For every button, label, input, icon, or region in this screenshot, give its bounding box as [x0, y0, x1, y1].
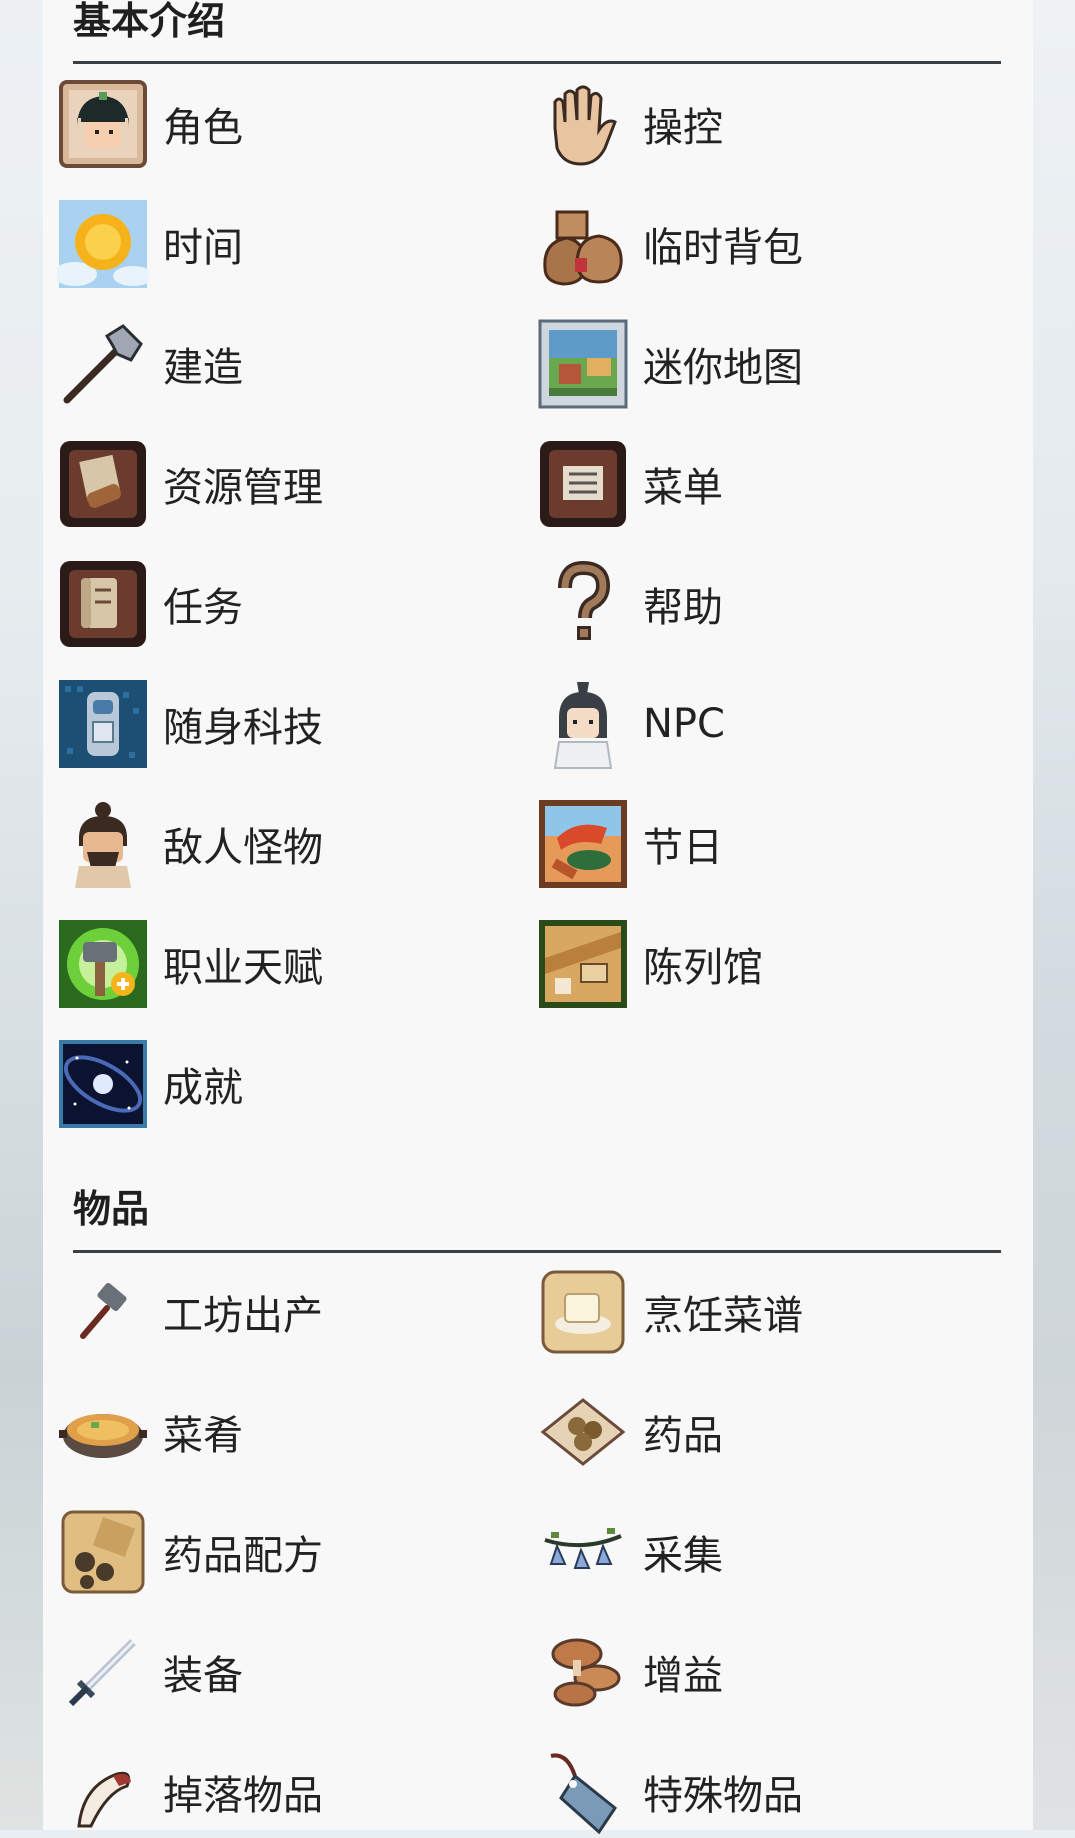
item-time[interactable]: 时间 [57, 198, 517, 290]
item-label: 职业天赋 [163, 945, 323, 991]
resource-management-icon [57, 438, 149, 530]
recipe-tofu-icon [537, 1266, 629, 1358]
hand-icon [537, 78, 629, 170]
background-right [1033, 0, 1075, 1830]
item-controls[interactable]: 操控 [537, 78, 997, 170]
tag-special-icon [537, 1746, 629, 1838]
item-help[interactable]: 帮助 [537, 558, 997, 650]
item-label: 成就 [163, 1065, 243, 1111]
character-portrait-icon [57, 78, 149, 170]
item-npc[interactable]: NPC [537, 678, 997, 770]
item-label: 操控 [643, 105, 723, 151]
item-label: 工坊出产 [163, 1293, 323, 1339]
item-label: 药品配方 [163, 1533, 323, 1579]
item-gallery[interactable]: 陈列馆 [537, 918, 997, 1010]
npc-character-icon [537, 678, 629, 770]
minimap-painting-icon [537, 318, 629, 410]
item-label: 陈列馆 [643, 945, 763, 991]
galaxy-achievement-icon [57, 1038, 149, 1130]
background-left [0, 0, 43, 1830]
item-label: 菜单 [643, 465, 723, 511]
item-cooking-recipes[interactable]: 烹饪菜谱 [537, 1266, 997, 1358]
item-menu[interactable]: 菜单 [537, 438, 997, 530]
sun-sky-icon [57, 198, 149, 290]
item-minimap[interactable]: 迷你地图 [537, 318, 997, 410]
item-drops[interactable]: 掉落物品 [57, 1746, 517, 1838]
bags-icon [537, 198, 629, 290]
item-label: 资源管理 [163, 465, 323, 511]
item-label: 临时背包 [643, 225, 803, 271]
item-label: 迷你地图 [643, 345, 803, 391]
item-talents[interactable]: 职业天赋 [57, 918, 517, 1010]
item-label: 采集 [643, 1533, 723, 1579]
item-portable-tech[interactable]: 随身科技 [57, 678, 517, 770]
festival-painting-icon [537, 798, 629, 890]
dish-pot-icon [57, 1386, 149, 1478]
item-label: 任务 [163, 585, 243, 631]
item-build[interactable]: 建造 [57, 318, 517, 410]
item-resource-management[interactable]: 资源管理 [57, 438, 517, 530]
item-medicine[interactable]: 药品 [537, 1386, 997, 1478]
medicine-recipe-icon [57, 1506, 149, 1598]
item-label: 节日 [643, 825, 723, 871]
item-buffs[interactable]: 增益 [537, 1626, 997, 1718]
workshop-hammer-icon [57, 1266, 149, 1358]
hammer-tool-icon [57, 318, 149, 410]
sword-icon [57, 1626, 149, 1718]
item-label: 随身科技 [163, 705, 323, 751]
item-label: 特殊物品 [643, 1773, 803, 1819]
item-dishes[interactable]: 菜肴 [57, 1386, 517, 1478]
section-title-basics: 基本介绍 [73, 0, 226, 43]
item-label: 角色 [163, 105, 243, 151]
item-temp-bag[interactable]: 临时背包 [537, 198, 997, 290]
mushroom-buff-icon [537, 1626, 629, 1718]
question-mark-icon [537, 558, 629, 650]
item-medicine-recipes[interactable]: 药品配方 [57, 1506, 517, 1598]
menu-book-icon [537, 438, 629, 530]
section-divider [73, 61, 1001, 64]
section-divider [73, 1250, 1001, 1253]
item-achievements[interactable]: 成就 [57, 1038, 517, 1130]
enemy-monster-icon [57, 798, 149, 890]
catalog-panel: 基本介绍 角色 操控 时间 临时背包 建造 迷你地图 资源管理 菜单 任务 帮助… [43, 0, 1033, 1835]
section-title-items: 物品 [73, 1187, 150, 1231]
item-label: 增益 [643, 1653, 723, 1699]
item-enemies[interactable]: 敌人怪物 [57, 798, 517, 890]
item-label: 烹饪菜谱 [643, 1293, 803, 1339]
medicine-pills-icon [537, 1386, 629, 1478]
gathering-bells-icon [537, 1506, 629, 1598]
item-label: 装备 [163, 1653, 243, 1699]
item-special-items[interactable]: 特殊物品 [537, 1746, 997, 1838]
talent-hammer-icon [57, 918, 149, 1010]
item-label: 建造 [163, 345, 243, 391]
item-label: NPC [643, 701, 725, 747]
item-label: 药品 [643, 1413, 723, 1459]
item-workshop-output[interactable]: 工坊出产 [57, 1266, 517, 1358]
item-label: 时间 [163, 225, 243, 271]
gallery-icon [537, 918, 629, 1010]
item-quest[interactable]: 任务 [57, 558, 517, 650]
portable-tech-icon [57, 678, 149, 770]
quest-scroll-icon [57, 558, 149, 650]
item-festival[interactable]: 节日 [537, 798, 997, 890]
item-label: 菜肴 [163, 1413, 243, 1459]
item-gathering[interactable]: 采集 [537, 1506, 997, 1598]
item-character[interactable]: 角色 [57, 78, 517, 170]
item-equipment[interactable]: 装备 [57, 1626, 517, 1718]
item-label: 敌人怪物 [163, 825, 323, 871]
feather-drop-icon [57, 1746, 149, 1838]
item-label: 掉落物品 [163, 1773, 323, 1819]
item-label: 帮助 [643, 585, 723, 631]
